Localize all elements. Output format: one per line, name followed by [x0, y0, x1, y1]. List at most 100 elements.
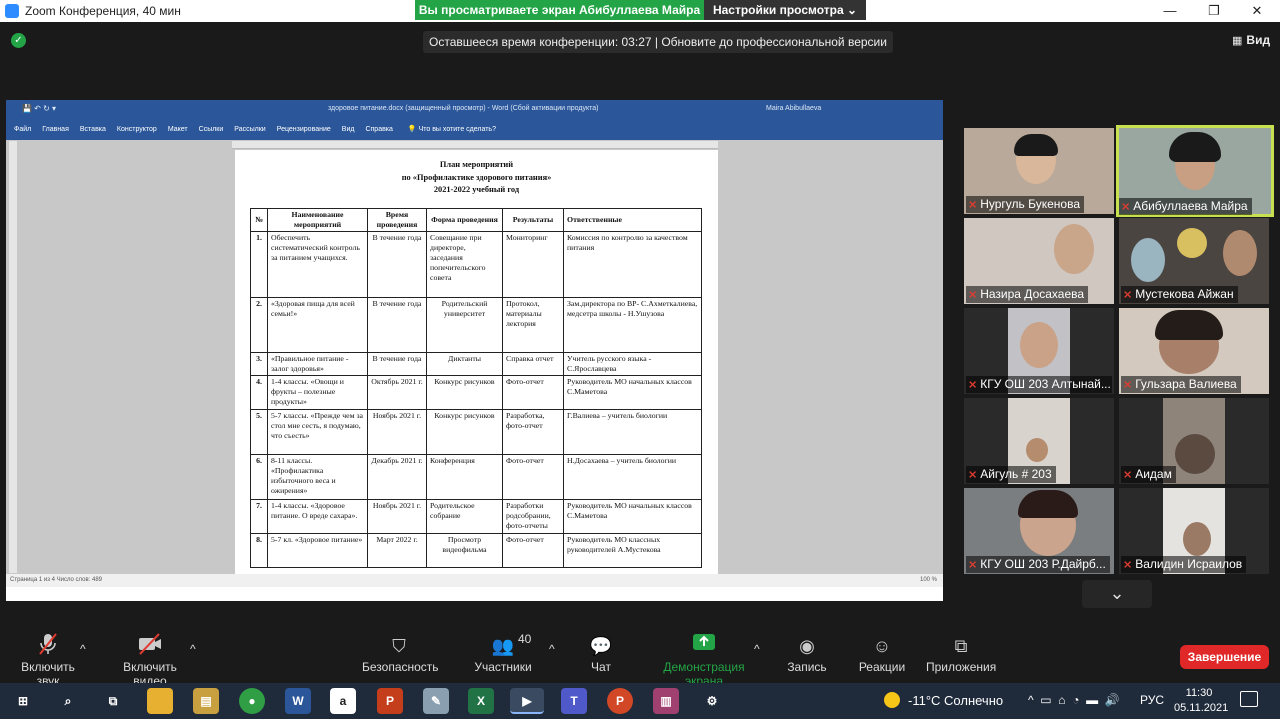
record-button[interactable]: ◉ Запись	[786, 632, 828, 674]
teams-icon[interactable]: T	[561, 688, 587, 714]
wall-emblem	[1177, 228, 1207, 258]
meeting-toolbar: Включить звук ^ Включить видео ^ ⛉ Безоп…	[0, 632, 1280, 688]
video-button[interactable]: Включить видео	[106, 632, 194, 688]
word-statusbar: Страница 1 из 4 Число слов: 489 100 %	[6, 574, 943, 587]
maximize-button[interactable]: ❐	[1194, 0, 1234, 22]
clock[interactable]: 11:30 05.11.2021	[1174, 686, 1228, 716]
audio-button[interactable]: Включить звук	[8, 632, 88, 688]
document-page: План мероприятий по «Профилактике здоров…	[235, 150, 718, 574]
participant-tile[interactable]: ⨯ Гульзара Валиева	[1119, 308, 1269, 394]
table-row: 3. «Правильное питание - залог здоровья»…	[250, 352, 702, 376]
security-button[interactable]: ⛉ Безопасность	[362, 632, 439, 674]
language-indicator[interactable]: РУС	[1140, 693, 1164, 707]
participant-tile[interactable]: ⨯ КГУ ОШ 203 Алтынай...	[964, 308, 1114, 394]
system-tray[interactable]: ^ ▭ ⌂ ◔ ▬ 🔊	[1028, 693, 1120, 707]
excel-icon[interactable]: X	[468, 688, 494, 714]
muted-mic-icon: ⨯	[1121, 201, 1131, 213]
notifications-icon[interactable]	[1240, 691, 1258, 707]
search-icon[interactable]: ⌕	[55, 688, 81, 714]
muted-mic-icon: ⨯	[968, 379, 978, 391]
participant-face	[1175, 434, 1215, 474]
participant-name: ⨯ Валидин Исраилов	[1121, 556, 1247, 573]
amazon-icon[interactable]: a	[330, 688, 356, 714]
participant-hair	[1014, 134, 1058, 156]
participant-hair	[1169, 132, 1221, 162]
muted-mic-icon: ⨯	[1123, 469, 1133, 481]
participant-face	[1026, 438, 1048, 462]
close-button[interactable]: ✕	[1237, 0, 1277, 22]
gallery-next-page-button[interactable]: ⌄	[1082, 580, 1152, 608]
ribbon-tab: Справка	[365, 125, 393, 133]
participant-tile[interactable]: ⨯ Валидин Исраилов	[1119, 488, 1269, 574]
apps-button[interactable]: ⧉ Приложения	[926, 632, 996, 674]
ribbon-tab: Ссылки	[198, 125, 224, 133]
participant-name: ⨯ КГУ ОШ 203 Р.Дайрб...	[966, 556, 1110, 573]
meeting-timer[interactable]: Оставшееся время конференции: 03:27 | Об…	[423, 31, 893, 53]
muted-mic-icon	[8, 632, 88, 660]
participant-name: ⨯ Айгуль # 203	[966, 466, 1056, 483]
participant-tile[interactable]: ⨯ Нургуль Букенова	[964, 128, 1114, 214]
view-options-button[interactable]: Настройки просмотра ⌄	[704, 0, 866, 20]
participant-tile[interactable]: ⨯ КГУ ОШ 203 Р.Дайрб...	[964, 488, 1114, 574]
winrar-icon[interactable]: ▥	[653, 688, 679, 714]
participant-tile[interactable]: ⨯ Назира Досахаева	[964, 218, 1114, 304]
end-meeting-button[interactable]: Завершение	[1180, 645, 1269, 669]
participant-face	[1020, 322, 1058, 368]
settings-gear-icon[interactable]: ⚙	[699, 688, 725, 714]
table-row: 5. 5-7 классы. «Прежде чем за стол мне с…	[250, 409, 702, 455]
column-header: Наименование мероприятий	[267, 208, 368, 232]
participant-tile-active-speaker[interactable]: ⨯ Абибуллаева Майра	[1116, 125, 1274, 217]
table-row: 6. 8-11 классы. «Профилактика избыточног…	[250, 454, 702, 500]
ribbon-tab: Рецензирование	[276, 125, 331, 133]
table-row: 2. «Здоровая пища для всей семьи!» В теч…	[250, 297, 702, 353]
doc-heading: по «Профилактике здорового питания»	[401, 172, 552, 182]
share-status: Вы просматриваете экран Абибуллаева Майр…	[415, 0, 704, 20]
windows-start-icon[interactable]: ⊞	[10, 688, 36, 714]
encryption-shield-icon[interactable]: ✓	[11, 33, 26, 48]
file-explorer-icon[interactable]	[147, 688, 173, 714]
vertical-ruler	[9, 141, 17, 573]
apps-icon: ⧉	[954, 636, 968, 656]
store-icon[interactable]: ▤	[193, 688, 219, 714]
participant-tile[interactable]: ⨯ Айгуль # 203	[964, 398, 1114, 484]
windows-taskbar: ⊞ ⌕ ⧉ ▤ ● W a P ✎ X ▶ T P ▥ ⚙ -11°C Солн…	[0, 683, 1280, 719]
participant-face	[1183, 522, 1211, 556]
ribbon-tab: Макет	[167, 125, 188, 133]
share-screen-icon	[646, 632, 762, 660]
share-screen-button[interactable]: Демонстрация экрана	[646, 632, 762, 688]
chevron-down-icon: ⌄	[1109, 583, 1125, 603]
word-icon[interactable]: W	[285, 688, 311, 714]
sun-icon	[884, 692, 900, 708]
task-view-icon[interactable]: ⧉	[100, 688, 126, 714]
powerpoint-alt-icon[interactable]: P	[607, 688, 633, 714]
participant-name: ⨯ Гульзара Валиева	[1121, 376, 1241, 393]
reactions-button[interactable]: ☺ Реакции	[858, 632, 906, 674]
smiley-icon: ☺	[872, 636, 892, 656]
column-header: №	[250, 208, 268, 232]
weather-widget[interactable]: -11°C Солнечно	[884, 692, 1003, 708]
muted-mic-icon: ⨯	[968, 469, 978, 481]
view-button[interactable]: ▦ Вид	[1232, 33, 1270, 47]
participant-tile[interactable]: ⨯ Аидам	[1119, 398, 1269, 484]
screen-bottom	[6, 587, 943, 601]
plan-table: № Наименование мероприятий Время проведе…	[250, 208, 702, 568]
muted-mic-icon: ⨯	[1123, 559, 1133, 571]
video-options-caret[interactable]: ^	[190, 642, 196, 656]
shared-screen: 💾 ↶ ↻ ▾ здоровое питание.docx (защищенны…	[6, 100, 943, 601]
ribbon-tab: Главная	[42, 125, 69, 133]
ribbon-tab: Файл	[14, 125, 32, 133]
participant-tile[interactable]: ⨯ Мустекова Айжан	[1119, 218, 1269, 304]
minimize-button[interactable]: —	[1150, 0, 1190, 22]
paint-icon[interactable]: ✎	[423, 688, 449, 714]
powerpoint-icon[interactable]: P	[377, 688, 403, 714]
share-options-caret[interactable]: ^	[754, 642, 760, 656]
audio-options-caret[interactable]: ^	[80, 642, 86, 656]
chrome-icon[interactable]: ●	[239, 688, 265, 714]
participants-options-caret[interactable]: ^	[549, 642, 555, 656]
zoom-taskbar-icon[interactable]: ▶	[510, 688, 544, 714]
participant-name: ⨯ Абибуллаева Майра	[1119, 198, 1252, 215]
participant-name: ⨯ Назира Досахаева	[966, 286, 1089, 303]
tell-me-box: 💡 Что вы хотите сделать?	[407, 126, 496, 133]
table-row: 1. Обеспечить систематический контроль з…	[250, 231, 702, 298]
chat-button[interactable]: 💬 Чат	[586, 632, 616, 674]
